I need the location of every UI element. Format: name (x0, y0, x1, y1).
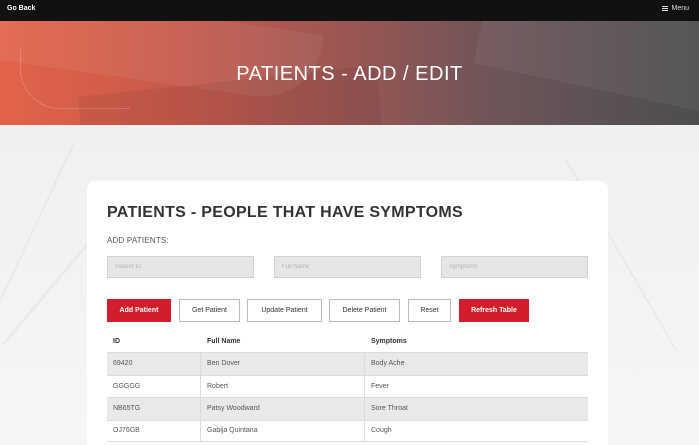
go-back-link[interactable]: Go Back (7, 5, 35, 12)
background-decor (0, 144, 74, 326)
table-header: ID Full Name Symptoms (107, 331, 588, 352)
table-row[interactable]: 69420 Ben Dover Body Ache (107, 352, 588, 375)
cell-full-name: Robert (201, 375, 365, 397)
top-nav-bar: Go Back Menu (0, 0, 699, 21)
cell-symptoms: Cough (371, 427, 392, 435)
cell-id: GGGGG (107, 375, 201, 397)
patient-id-input[interactable] (107, 256, 254, 278)
cell-full-name: Patsy Woodward (201, 398, 365, 420)
column-header-full-name: Full Name (207, 338, 241, 345)
cell-id: OJ76GB (107, 420, 201, 441)
menu-label: Menu (671, 5, 689, 12)
column-header-symptoms: Symptoms (371, 338, 407, 345)
cell-symptoms: Fever (371, 382, 389, 390)
update-patient-button[interactable]: Update Patient (247, 299, 322, 322)
refresh-table-button[interactable]: Refresh Table (459, 299, 529, 322)
section-subtitle: ADD PATIENTS: (107, 236, 169, 245)
menu-button[interactable]: Menu (662, 5, 689, 12)
page-title: PATIENTS - ADD / EDIT (236, 63, 463, 85)
patients-table: ID Full Name Symptoms 69420 Ben Dover Bo… (107, 331, 588, 442)
cell-symptoms: Body Ache (371, 360, 405, 368)
hamburger-icon (662, 6, 669, 11)
symptoms-input[interactable] (441, 256, 588, 278)
column-header-id: ID (113, 338, 120, 345)
section-title: PATIENTS - PEOPLE THAT HAVE SYMPTOMS (107, 204, 464, 221)
cell-full-name: Ben Dover (201, 353, 365, 375)
hero-banner: PATIENTS - ADD / EDIT (0, 21, 699, 125)
add-patient-button[interactable]: Add Patient (107, 299, 171, 322)
table-row[interactable]: OJ76GB Gabija Quintana Cough (107, 419, 588, 442)
table-row[interactable]: GGGGG Robert Fever (107, 374, 588, 397)
cell-id: 69420 (107, 353, 201, 375)
cell-full-name: Gabija Quintana (201, 420, 365, 441)
reset-button[interactable]: Reset (408, 299, 451, 322)
get-patient-button[interactable]: Get Patient (179, 299, 240, 322)
table-row[interactable]: NB65TG Patsy Woodward Sore Throat (107, 397, 588, 420)
full-name-input[interactable] (274, 256, 421, 278)
delete-patient-button[interactable]: Delete Patient (329, 299, 400, 322)
cell-id: NB65TG (107, 398, 201, 420)
cell-symptoms: Sore Throat (371, 405, 408, 413)
